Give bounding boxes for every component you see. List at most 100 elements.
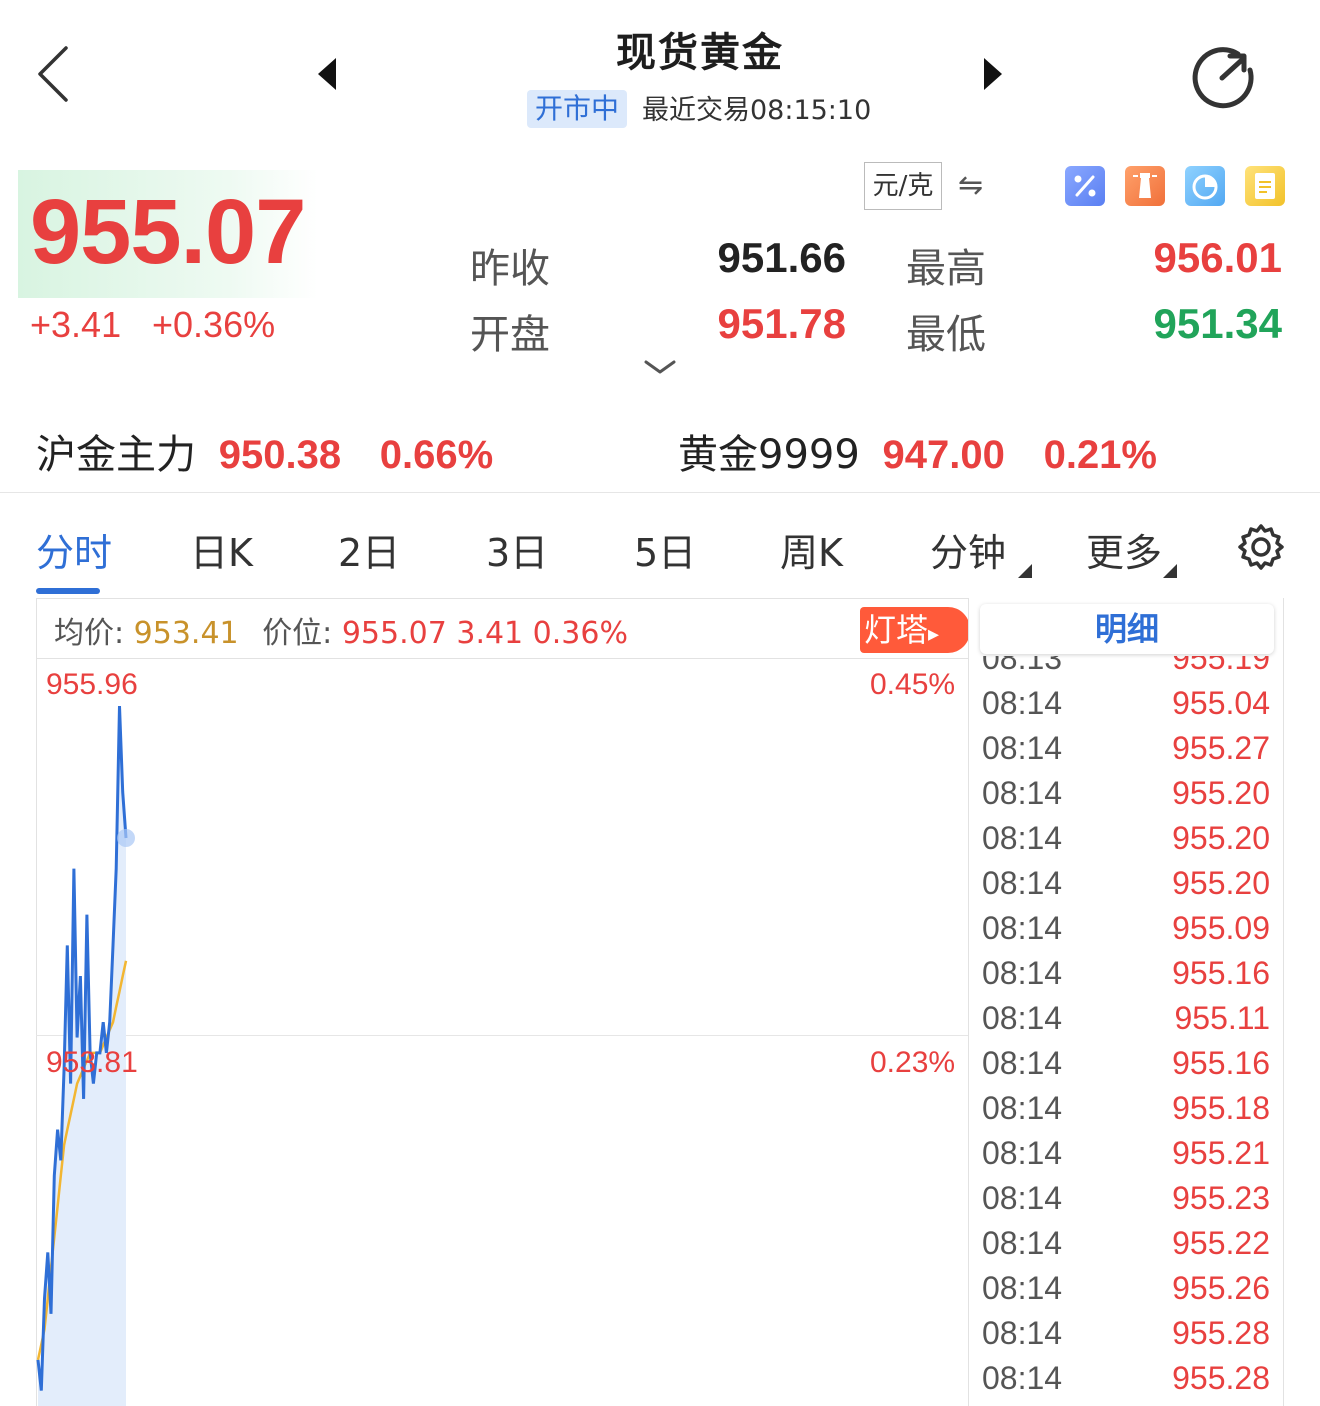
lighthouse-tool-icon[interactable] bbox=[1125, 166, 1165, 206]
detail-price: 955.16 bbox=[1172, 1045, 1270, 1081]
detail-price: 955.28 bbox=[1172, 1360, 1270, 1396]
related-instrument-au9999[interactable]: 黄金9999 947.00 0.21% bbox=[678, 422, 1157, 480]
detail-time: 08:14 bbox=[982, 820, 1063, 856]
y-axis-top-price: 955.96 bbox=[46, 668, 138, 701]
dropdown-corner-icon bbox=[1018, 564, 1032, 578]
lighthouse-button[interactable]: 灯塔▸ bbox=[860, 607, 970, 653]
lighthouse-label: 灯塔 bbox=[864, 611, 929, 649]
detail-time: 08:14 bbox=[982, 1315, 1063, 1351]
related-name: 沪金主力 bbox=[36, 432, 196, 478]
low-label: 最低 bbox=[906, 312, 986, 358]
detail-price: 955.28 bbox=[1172, 1315, 1270, 1351]
high-label: 最高 bbox=[906, 246, 986, 292]
prev-close-value: 951.66 bbox=[717, 234, 846, 281]
detail-row: 08:14 955.28 bbox=[980, 1360, 1274, 1405]
tab-more[interactable]: 更多 bbox=[1086, 522, 1162, 577]
y-axis-mid-price: 953.81 bbox=[46, 1046, 138, 1079]
detail-tab[interactable]: 明细 bbox=[980, 604, 1274, 654]
tab-weekly-k[interactable]: 周K bbox=[780, 522, 843, 577]
detail-time: 08:14 bbox=[982, 1000, 1063, 1036]
trade-detail-list[interactable]: 08:13 955.19 08:14 955.04 08:14 955.27 08:14 95… bbox=[980, 640, 1274, 1406]
detail-row: 08:14 955.21 bbox=[980, 1135, 1274, 1180]
tab-minute[interactable]: 分钟 bbox=[930, 522, 1006, 577]
related-percent: 0.21% bbox=[1043, 433, 1157, 477]
chevron-down-icon bbox=[644, 360, 676, 374]
related-name: 黄金9999 bbox=[678, 432, 860, 478]
percent-icon bbox=[1074, 175, 1096, 197]
detail-row: 08:14 955.09 bbox=[980, 910, 1274, 955]
lighthouse-icon bbox=[1133, 173, 1157, 198]
detail-price: 955.23 bbox=[1172, 1180, 1270, 1216]
active-tab-indicator bbox=[36, 588, 100, 594]
current-price: 955.07 bbox=[30, 181, 306, 283]
y-axis-mid-percent: 0.23% bbox=[870, 1046, 956, 1079]
detail-time: 08:14 bbox=[982, 1225, 1063, 1261]
detail-price: 955.16 bbox=[1172, 955, 1270, 991]
intraday-chart-plot bbox=[36, 705, 135, 1406]
high-value: 956.01 bbox=[1153, 234, 1282, 281]
avg-label: 均价: bbox=[54, 616, 125, 651]
detail-time: 08:14 bbox=[982, 910, 1063, 946]
related-instrument-shfe[interactable]: 沪金主力 950.38 0.66% bbox=[36, 422, 493, 480]
tab-intraday[interactable]: 分时 bbox=[36, 522, 112, 577]
related-price: 947.00 bbox=[882, 433, 1005, 477]
detail-price: 955.11 bbox=[1174, 1000, 1271, 1036]
avg-value: 953.41 bbox=[133, 616, 239, 651]
back-button[interactable] bbox=[30, 42, 80, 106]
unit-selector[interactable]: 元/克 bbox=[864, 162, 942, 210]
price-change: +3.41 bbox=[30, 304, 122, 345]
price-change-percent: +0.36% bbox=[152, 304, 276, 345]
detail-row: 08:14 955.20 bbox=[980, 865, 1274, 910]
chart-settings-button[interactable] bbox=[1236, 522, 1286, 572]
caret-right-icon: ▸ bbox=[928, 622, 940, 647]
detail-row: 08:14 955.18 bbox=[980, 1090, 1274, 1135]
detail-time: 08:14 bbox=[982, 685, 1063, 721]
previous-instrument-button[interactable] bbox=[312, 56, 342, 92]
tab-2-day[interactable]: 2日 bbox=[338, 522, 400, 577]
tab-5-day[interactable]: 5日 bbox=[634, 522, 696, 577]
detail-row: 08:14 955.23 bbox=[980, 1180, 1274, 1225]
detail-row: 08:14 955.26 bbox=[980, 1270, 1274, 1315]
detail-row: 08:14 955.04 bbox=[980, 685, 1274, 730]
pie-tool-icon[interactable] bbox=[1185, 166, 1225, 206]
detail-row: 08:14 955.27 bbox=[980, 730, 1274, 775]
detail-time: 08:14 bbox=[982, 1135, 1063, 1171]
related-price: 950.38 bbox=[218, 433, 342, 477]
last-trade-time: 最近交易08:15:10 bbox=[642, 95, 872, 126]
next-instrument-button[interactable] bbox=[978, 56, 1008, 92]
detail-row: 08:14 955.16 bbox=[980, 1045, 1274, 1090]
tab-3-day[interactable]: 3日 bbox=[486, 522, 548, 577]
detail-price: 955.20 bbox=[1172, 820, 1270, 856]
vip-tool-icon[interactable] bbox=[1245, 166, 1285, 206]
section-divider bbox=[0, 492, 1320, 493]
expand-stats-button[interactable] bbox=[642, 356, 678, 380]
chevron-left-icon bbox=[38, 46, 68, 102]
open-label: 开盘 bbox=[470, 312, 550, 358]
detail-time: 08:14 bbox=[982, 1360, 1063, 1396]
detail-price: 955.20 bbox=[1172, 775, 1270, 811]
triangle-right-icon bbox=[984, 58, 1002, 90]
y-axis-top-percent: 0.45% bbox=[870, 668, 956, 701]
detail-row: 08:14 955.11 bbox=[980, 1000, 1274, 1045]
chart-info-divider bbox=[36, 658, 968, 659]
dropdown-corner-icon bbox=[1163, 564, 1177, 578]
percent-tool-icon[interactable] bbox=[1065, 166, 1105, 206]
refresh-button[interactable] bbox=[1188, 40, 1260, 112]
open-value: 951.78 bbox=[717, 300, 846, 347]
detail-price: 955.21 bbox=[1172, 1135, 1270, 1171]
swap-unit-icon[interactable]: ⇋ bbox=[958, 168, 983, 203]
detail-price: 955.20 bbox=[1172, 865, 1270, 901]
detail-price: 955.22 bbox=[1172, 1225, 1270, 1261]
position-value: 955.07 3.41 0.36% bbox=[341, 616, 628, 651]
detail-price: 955.27 bbox=[1172, 730, 1270, 766]
refresh-icon bbox=[1192, 47, 1254, 109]
chart-info-bar: 均价: 953.41 价位: 955.07 3.41 0.36% bbox=[54, 608, 628, 652]
detail-row: 08:14 955.28 bbox=[980, 1315, 1274, 1360]
detail-time: 08:14 bbox=[982, 1045, 1063, 1081]
detail-time: 08:14 bbox=[982, 865, 1063, 901]
detail-row: 08:14 955.20 bbox=[980, 820, 1274, 865]
tab-daily-k[interactable]: 日K bbox=[190, 522, 253, 577]
detail-price: 955.26 bbox=[1172, 1270, 1270, 1306]
triangle-left-icon bbox=[318, 58, 336, 90]
detail-price: 955.04 bbox=[1172, 685, 1270, 721]
